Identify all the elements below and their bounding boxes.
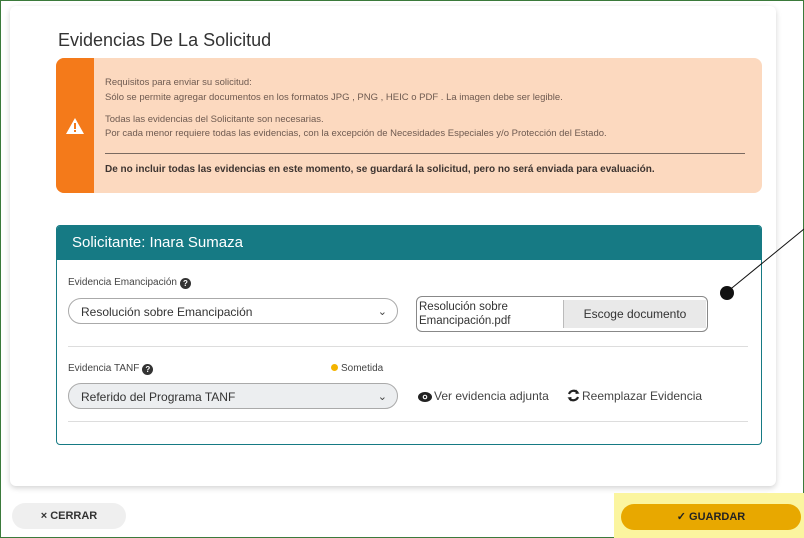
alert-applicant-text: Todas las evidencias del Solicitante son… — [105, 114, 324, 125]
evidence-tanf-select[interactable]: Referido del Programa TANF ⌄ — [68, 383, 398, 409]
choose-document-button[interactable]: Escoge documento — [563, 300, 706, 328]
status-dot — [331, 364, 338, 371]
alert-warning-text: De no incluir todas las evidencias en es… — [105, 164, 655, 175]
uploaded-file-name: Resolución sobre Emancipación.pdf — [419, 301, 511, 327]
evidence-emancipation-value: Resolución sobre Emancipación — [81, 305, 253, 319]
replace-evidence-text: Reemplazar Evidencia — [582, 389, 703, 403]
warning-icon — [66, 118, 84, 134]
evidence-tanf-value: Referido del Programa TANF — [81, 390, 236, 404]
evidence-emancipation-select[interactable]: Resolución sobre Emancipación ⌄ — [68, 298, 398, 324]
alert-divider — [105, 153, 745, 154]
annotation-line — [726, 228, 804, 293]
eye-icon — [418, 392, 432, 402]
status-badge: Sometida — [331, 363, 383, 374]
evidence-emancipation-label: Evidencia Emancipación? — [68, 277, 191, 289]
save-button[interactable]: ✓ GUARDAR — [621, 504, 801, 530]
evidence-tanf-label-text: Evidencia TANF — [68, 363, 140, 374]
applicant-heading: Solicitante: Inara Sumaza — [57, 226, 761, 260]
section-divider — [68, 421, 748, 422]
help-icon[interactable]: ? — [142, 364, 154, 375]
requirements-alert: Requisitos para enviar su solicitud: Sól… — [56, 58, 762, 193]
file-upload-box: Resolución sobre Emancipación.pdf Escoge… — [416, 296, 708, 332]
view-evidence-link[interactable]: Ver evidencia adjunta — [418, 389, 549, 403]
status-text: Sometida — [341, 363, 384, 374]
evidence-tanf-label: Evidencia TANF? — [68, 363, 154, 375]
chevron-down-icon: ⌄ — [377, 306, 387, 318]
applicant-panel: Solicitante: Inara Sumaza — [56, 225, 762, 445]
alert-minor-text: Por cada menor requiere todas las eviden… — [105, 128, 607, 139]
view-evidence-text: Ver evidencia adjunta — [434, 389, 549, 403]
alert-formats-text: Sólo se permite agregar documentos en lo… — [105, 92, 563, 103]
chevron-down-icon: ⌄ — [377, 391, 387, 403]
replace-evidence-link[interactable]: Reemplazar Evidencia — [567, 389, 702, 403]
refresh-icon — [567, 389, 580, 402]
close-button[interactable]: × CERRAR — [12, 503, 126, 529]
help-icon[interactable]: ? — [179, 278, 191, 289]
alert-requirements-heading: Requisitos para enviar su solicitud: — [105, 77, 252, 88]
evidence-emancipation-label-text: Evidencia Emancipación — [68, 277, 177, 288]
section-divider — [68, 346, 748, 347]
page-title: Evidencias De La Solicitud — [58, 30, 272, 50]
